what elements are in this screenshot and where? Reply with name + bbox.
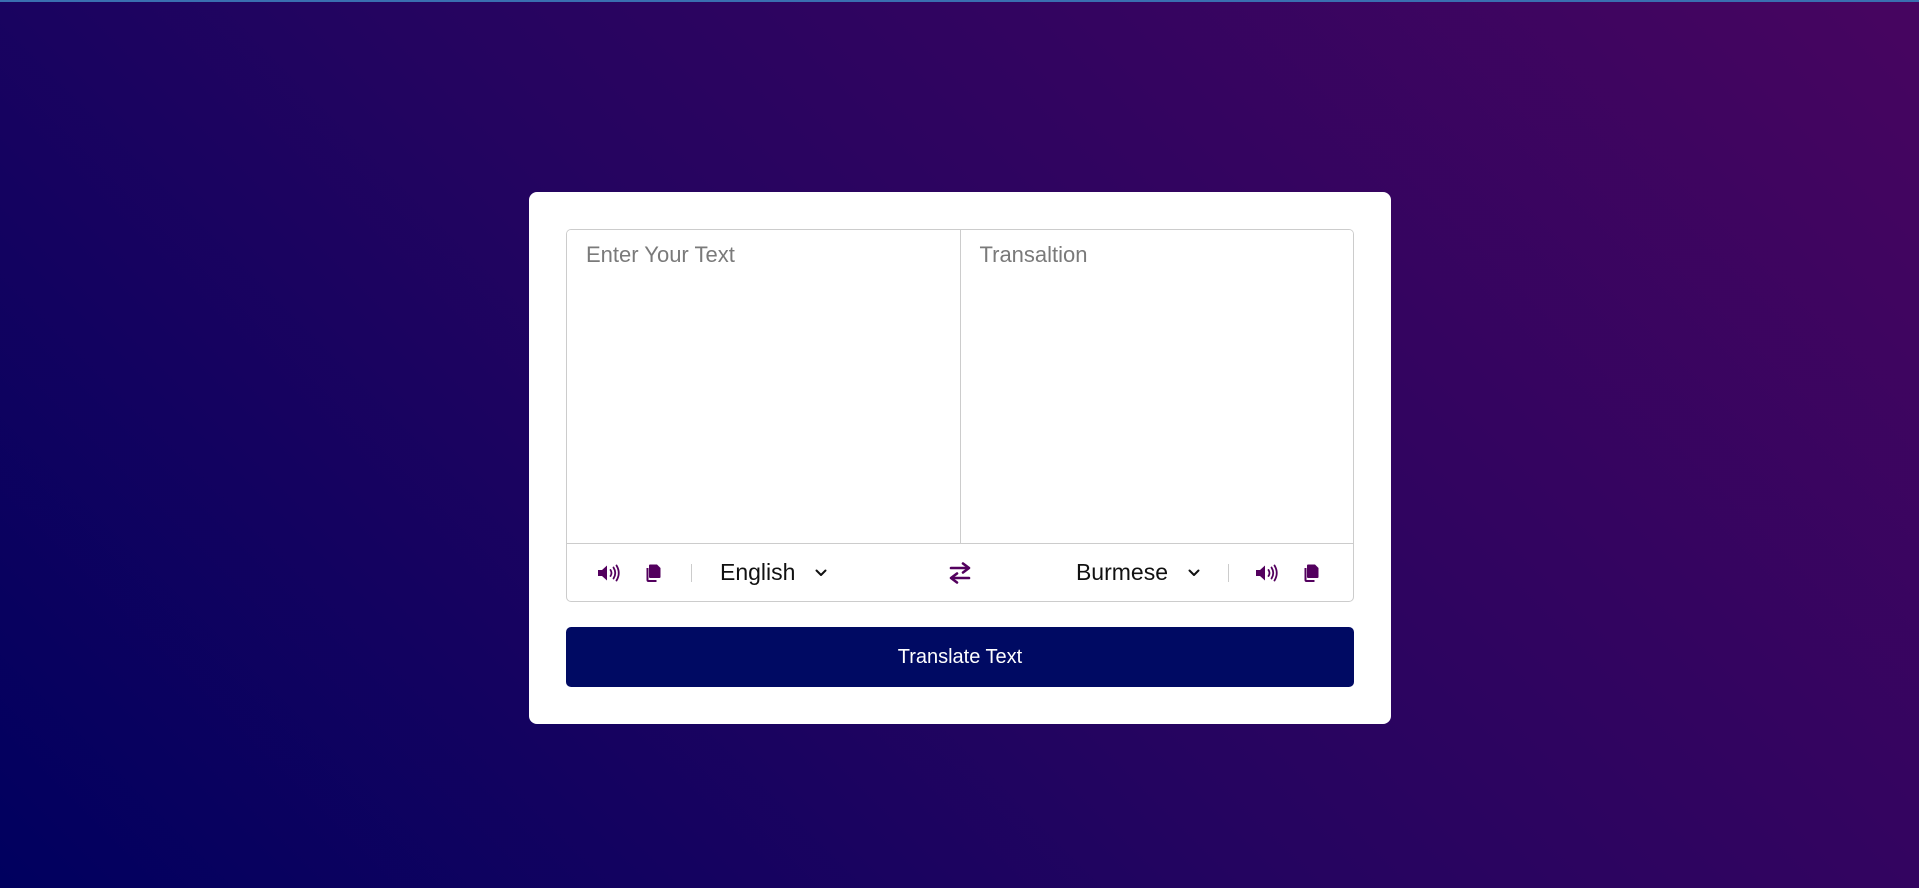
- target-copy-icon[interactable]: [1296, 558, 1326, 588]
- top-accent-line: [0, 0, 1919, 2]
- target-controls: Burmese: [1020, 558, 1333, 588]
- controls-bar: English Burmese: [567, 544, 1353, 601]
- translator-panel: English Burmese: [566, 229, 1354, 602]
- translator-card: English Burmese: [529, 192, 1391, 724]
- target-language-select[interactable]: Burmese: [1068, 559, 1208, 586]
- source-icons: [587, 558, 675, 588]
- target-divider: [1228, 563, 1229, 582]
- text-areas-row: [567, 230, 1353, 544]
- source-language-label: English: [720, 559, 796, 585]
- source-controls: English: [587, 558, 900, 588]
- chevron-down-icon: [815, 569, 827, 577]
- target-volume-icon[interactable]: [1252, 558, 1282, 588]
- target-language-label: Burmese: [1075, 559, 1168, 585]
- source-language-select[interactable]: English: [712, 559, 835, 586]
- translation-output[interactable]: [960, 230, 1353, 543]
- target-icons: [1245, 558, 1333, 588]
- source-divider: [691, 563, 692, 582]
- source-text-input[interactable]: [567, 230, 961, 543]
- translate-button[interactable]: Translate Text: [566, 627, 1354, 687]
- chevron-down-icon: [1188, 569, 1200, 577]
- source-volume-icon[interactable]: [594, 558, 624, 588]
- source-copy-icon[interactable]: [638, 558, 668, 588]
- exchange-arrows-icon[interactable]: [940, 553, 980, 593]
